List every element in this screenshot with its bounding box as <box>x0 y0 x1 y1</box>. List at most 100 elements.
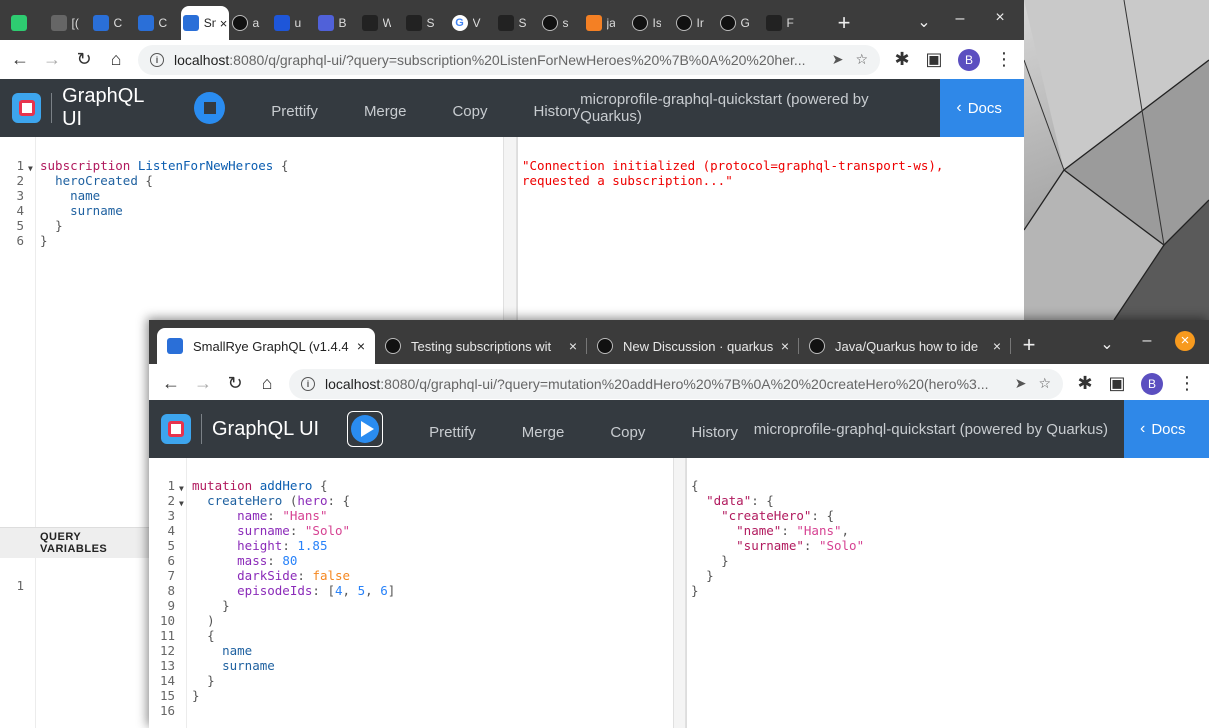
url-text[interactable]: localhost:8080/q/graphql-ui/?query=subsc… <box>174 52 820 68</box>
reload-button[interactable]: ↻ <box>219 373 251 394</box>
browser-tab[interactable]: SmallRye GraphQL (v1.4.4 × <box>157 328 375 364</box>
fold-arrow-icon[interactable]: ▼ <box>179 481 184 496</box>
prettify-button[interactable]: Prettify <box>429 424 476 441</box>
bookmark-star-icon[interactable]: ☆ <box>1038 375 1051 392</box>
close-window-button[interactable]: × <box>1175 331 1195 351</box>
close-tab-icon[interactable]: × <box>781 338 789 354</box>
profile-avatar[interactable]: B <box>1141 372 1163 395</box>
browser-tab[interactable]: Is <box>628 6 664 40</box>
tab-title: Sm <box>203 16 216 30</box>
prettify-button[interactable]: Prettify <box>271 103 318 120</box>
address-bar[interactable]: i localhost:8080/q/graphql-ui/?query=mut… <box>289 368 1063 399</box>
browser-tab[interactable]: S <box>494 6 530 40</box>
browser-tab[interactable]: [( <box>47 6 83 40</box>
browser-tab[interactable]: Sm × <box>181 6 229 40</box>
graphql-icon <box>92 15 109 31</box>
logo-divider <box>201 414 202 444</box>
side-panel-icon[interactable]: ▣ <box>918 49 950 70</box>
minimize-button[interactable]: – <box>1135 332 1159 350</box>
browser-tab[interactable]: New Discussion · quarkus × <box>587 328 799 364</box>
history-button[interactable]: History <box>534 103 581 120</box>
graphql-logo-icon <box>12 93 42 123</box>
close-tab-icon[interactable]: × <box>993 338 1001 354</box>
bookmark-star-icon[interactable]: ☆ <box>855 51 868 68</box>
back-button[interactable]: ← <box>155 373 187 394</box>
tab-search-icon[interactable]: ⌄ <box>1095 334 1119 354</box>
info-icon[interactable]: i <box>150 52 164 67</box>
extensions-puzzle-icon[interactable]: ✱ <box>1069 373 1101 394</box>
browser-tab[interactable]: GV <box>448 6 484 40</box>
browser-menu-icon[interactable]: ⋮ <box>1171 373 1203 394</box>
docs-label: Docs <box>967 99 1002 117</box>
browser-tab[interactable]: Ir <box>672 6 708 40</box>
pane-divider[interactable] <box>503 137 517 328</box>
fold-arrow-icon[interactable]: ▼ <box>179 496 184 511</box>
copy-button[interactable]: Copy <box>452 103 487 120</box>
browser-tab[interactable]: s <box>538 6 574 40</box>
close-tab-icon[interactable]: × <box>357 338 365 354</box>
close-window-button[interactable]: × <box>988 9 1012 27</box>
browser-tab[interactable]: a <box>228 6 264 40</box>
minimize-button[interactable]: – <box>948 10 972 28</box>
forward-button[interactable]: → <box>187 373 219 394</box>
home-button[interactable]: ⌂ <box>100 49 132 70</box>
address-bar[interactable]: i localhost:8080/q/graphql-ui/?query=sub… <box>138 44 880 75</box>
back-button[interactable]: ← <box>4 49 36 70</box>
browser-tab[interactable]: ja <box>582 6 618 40</box>
browser-tab[interactable]: Testing subscriptions wit × <box>375 328 587 364</box>
browser-tab[interactable]: C <box>89 6 125 40</box>
browser-tab[interactable] <box>7 6 43 40</box>
tab-search-icon[interactable]: ⌄ <box>912 12 936 32</box>
fold-arrow-icon[interactable]: ▼ <box>28 161 33 176</box>
browser-tab[interactable]: G <box>716 6 752 40</box>
query-variables-header[interactable]: QUERY VARIABLES <box>0 527 149 558</box>
merge-button[interactable]: Merge <box>522 424 565 441</box>
github-icon <box>631 15 648 31</box>
close-tab-icon[interactable]: × <box>569 338 577 354</box>
response-pane: { "data": { "createHero": { "name": "Han… <box>686 458 1209 728</box>
browser-tab[interactable]: C <box>134 6 170 40</box>
docs-button[interactable]: ‹ Docs <box>940 79 1024 137</box>
schema-info: microprofile-graphql-quickstart (powered… <box>580 91 869 125</box>
browser-menu-icon[interactable]: ⋮ <box>988 49 1020 70</box>
browser-tab[interactable]: u <box>270 6 306 40</box>
reload-button[interactable]: ↻ <box>68 49 100 70</box>
tab-title: F <box>786 16 794 30</box>
cube-icon <box>497 15 514 31</box>
apollo-icon <box>405 15 422 31</box>
browser-tab[interactable]: B <box>314 6 350 40</box>
variables-editor[interactable]: 1 <box>0 558 149 728</box>
extensions-puzzle-icon[interactable]: ✱ <box>886 49 918 70</box>
new-tab-button[interactable]: + <box>1017 332 1041 358</box>
merge-button[interactable]: Merge <box>364 103 407 120</box>
share-icon[interactable]: ➤ <box>832 51 844 68</box>
query-code[interactable]: subscription ListenForNewHeroes { heroCr… <box>40 158 288 248</box>
stop-subscription-button[interactable] <box>194 92 226 124</box>
close-tab-icon[interactable]: × <box>220 16 228 31</box>
browser-tab[interactable]: F <box>762 6 798 40</box>
chevron-left-icon: ‹ <box>1140 420 1146 437</box>
browser-tab[interactable]: S <box>402 6 438 40</box>
desktop-wallpaper <box>1024 0 1209 320</box>
execute-query-button[interactable] <box>347 411 384 447</box>
line-number: 11 <box>159 628 175 643</box>
tab-strip: + ⌄ – × SmallRye GraphQL (v1.4.4 × Testing… <box>149 320 1209 364</box>
query-editor[interactable]: 1 ▼ 2 ▼ 3 4 5 6 7 8 9 10 11 12 13 14 15 16 mutation addHe… <box>149 458 673 728</box>
copy-button[interactable]: Copy <box>610 424 645 441</box>
new-tab-button[interactable]: + <box>832 10 856 36</box>
docs-button[interactable]: ‹ Docs <box>1124 400 1209 458</box>
google-icon: G <box>451 15 468 31</box>
history-button[interactable]: History <box>691 424 738 441</box>
line-gutter: 1 ▼ 2 ▼ 3 4 5 6 7 8 9 10 11 12 13 14 15 16 <box>149 458 187 728</box>
side-panel-icon[interactable]: ▣ <box>1101 373 1133 394</box>
share-icon[interactable]: ➤ <box>1015 375 1027 392</box>
profile-avatar[interactable]: B <box>958 48 980 71</box>
query-code[interactable]: mutation addHero { createHero (hero: { n… <box>192 478 395 703</box>
pane-divider[interactable] <box>673 458 686 728</box>
browser-tab[interactable]: W <box>358 6 394 40</box>
home-button[interactable]: ⌂ <box>251 373 283 394</box>
forward-button[interactable]: → <box>36 49 68 70</box>
browser-tab[interactable]: Java/Quarkus how to ide × <box>799 328 1011 364</box>
info-icon[interactable]: i <box>301 376 315 391</box>
url-text[interactable]: localhost:8080/q/graphql-ui/?query=mutat… <box>325 376 1003 392</box>
